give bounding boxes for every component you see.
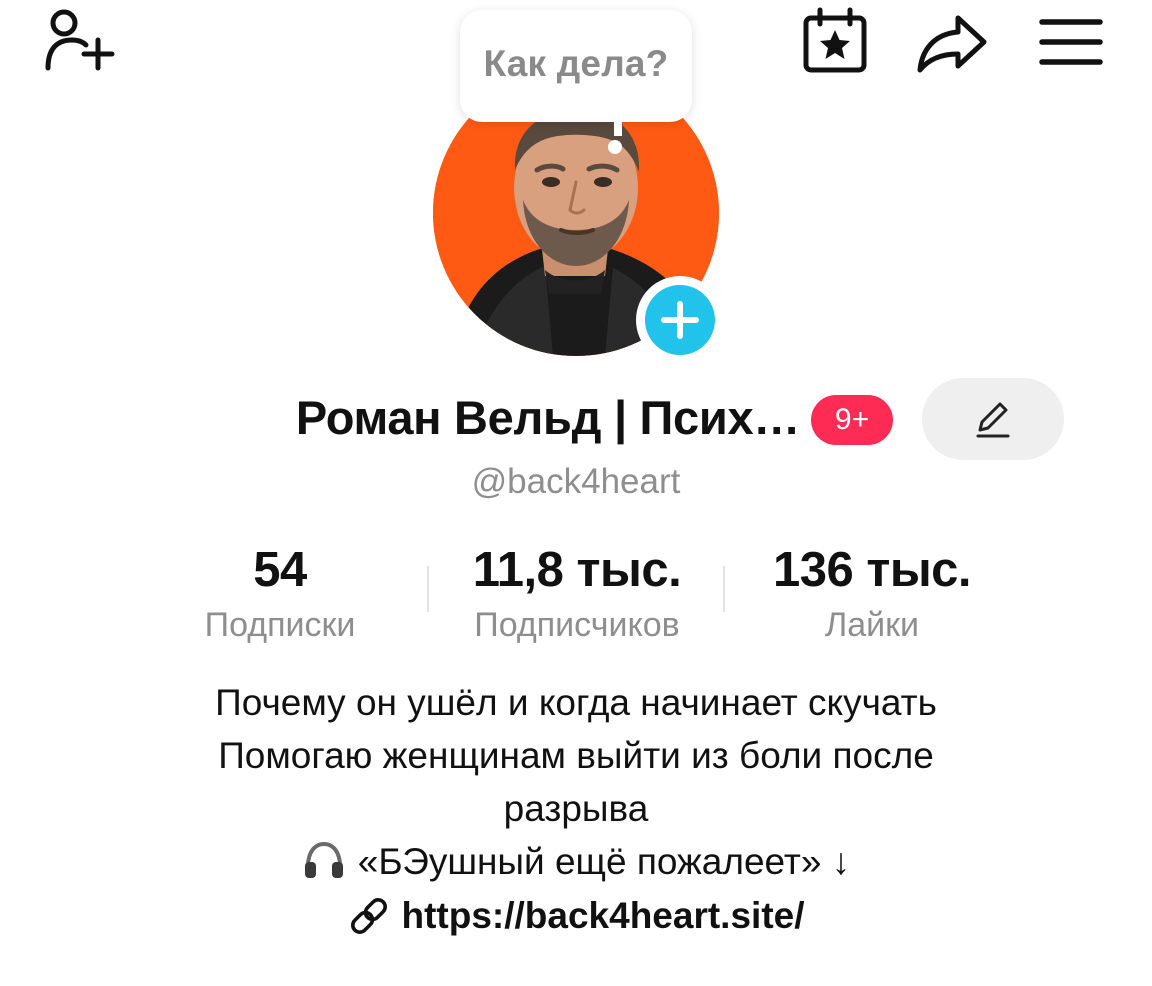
- pencil-icon: [976, 402, 1010, 438]
- bio-line: разрыва: [503, 788, 649, 829]
- notification-badge[interactable]: 9+: [811, 395, 893, 445]
- hamburger-menu-icon[interactable]: [1036, 12, 1108, 72]
- stat-label: Подписчиков: [474, 606, 680, 644]
- status-bubble[interactable]: Как дела?: [460, 10, 692, 122]
- stat-value: 11,8 тыс.: [472, 543, 682, 597]
- bio-line-4: «БЭушный ещё пожалеет» ↓: [0, 835, 1152, 888]
- headphones-icon: [304, 841, 343, 878]
- bio: Почему он ушёл и когда начинает скучать …: [0, 676, 1152, 888]
- profile-link[interactable]: https://back4heart.site/: [0, 894, 1152, 938]
- calendar-star-icon[interactable]: [798, 6, 872, 78]
- bio-line: Почему он ушёл и когда начинает скучать: [215, 682, 937, 723]
- add-story-button[interactable]: [636, 276, 724, 364]
- stat-value: 136 тыс.: [772, 543, 972, 597]
- stat-label: Подписки: [204, 606, 356, 644]
- stat-value: 54: [253, 543, 307, 597]
- stat-likes[interactable]: 136 тыс. Лайки: [722, 538, 1022, 645]
- bio-line-text: «БЭушный ещё пожалеет» ↓: [357, 841, 851, 882]
- edit-name-button[interactable]: [922, 378, 1064, 460]
- plus-icon: [645, 285, 715, 355]
- stat-label: Лайки: [824, 606, 920, 644]
- bio-line: Помогаю женщинам выйти из боли после: [218, 735, 934, 776]
- username: @back4heart: [471, 462, 681, 501]
- status-bubble-dot: [608, 140, 622, 154]
- display-name: Роман Вельд | Псих…: [295, 391, 800, 444]
- profile-name-row: Роман Вельд | Псих… 9+: [0, 378, 1152, 460]
- share-arrow-icon[interactable]: [912, 8, 992, 78]
- link-url: https://back4heart.site/: [401, 895, 805, 936]
- status-bubble-tail: [614, 120, 622, 136]
- stat-followers[interactable]: 11,8 тыс. Подписчиков: [427, 538, 727, 645]
- status-bubble-text: Как дела?: [483, 43, 669, 84]
- add-friend-icon[interactable]: [42, 6, 122, 76]
- stat-following[interactable]: 54 Подписки: [130, 538, 430, 645]
- link-icon: [351, 898, 388, 934]
